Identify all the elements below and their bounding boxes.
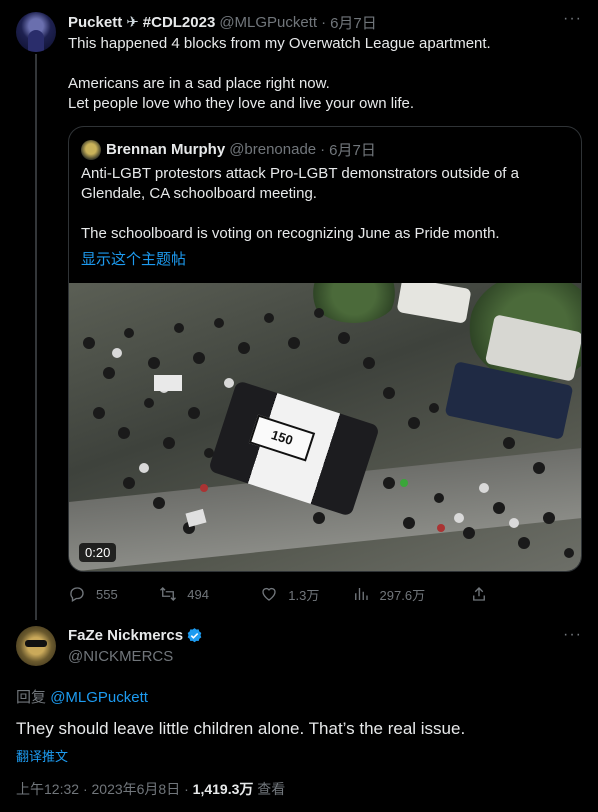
tweet-text-line: This happened 4 blocks from my Overwatch… xyxy=(68,35,491,52)
views-total: 1,419.3万 xyxy=(192,781,254,797)
replying-to-handle-link[interactable]: @MLGPuckett xyxy=(50,689,148,706)
protest-sign xyxy=(185,508,207,528)
reply-author-row: FaZe Nickmercs xyxy=(68,627,203,644)
author-name[interactable]: Puckett xyxy=(68,14,122,31)
tweet-date[interactable]: 6月7日 xyxy=(330,12,377,33)
thread-connector-line xyxy=(35,54,37,620)
share-button[interactable] xyxy=(470,585,498,603)
separator: · xyxy=(82,781,88,797)
replying-to-label: 回复 xyxy=(16,689,47,706)
quoted-text-line: The schoolboard is voting on recognizing… xyxy=(81,225,500,242)
show-thread-link[interactable]: 显示这个主题帖 xyxy=(81,248,186,269)
avatar-puckett[interactable] xyxy=(16,12,56,52)
quoted-tweet-header: Brennan Murphy @brenonade · 6月7日 xyxy=(81,139,376,160)
tweet-text: This happened 4 blocks from my Overwatch… xyxy=(68,34,578,114)
avatar-brennan xyxy=(81,139,101,160)
quoted-text-line: Anti-LGBT protestors attack Pro-LGBT dem… xyxy=(81,165,519,182)
translate-tweet-link[interactable]: 翻译推文 xyxy=(16,746,68,765)
author-handle[interactable]: @MLGPuckett xyxy=(219,14,317,31)
tweet-text-line xyxy=(68,54,578,74)
reply-author-name[interactable]: FaZe Nickmercs xyxy=(68,627,183,644)
avatar-nickmercs[interactable] xyxy=(16,626,56,666)
tweet-header: Puckett ✈ #CDL2023 @MLGPuckett · 6月7日 xyxy=(68,12,558,32)
separator: · xyxy=(184,781,189,797)
share-icon xyxy=(473,587,485,601)
tweet-time[interactable]: 上午12:32 xyxy=(16,781,79,797)
separator: · xyxy=(321,13,327,31)
tweet-full-date[interactable]: 2023年6月8日 xyxy=(92,781,181,797)
video-player[interactable]: 150 0:20 xyxy=(69,283,581,571)
views-label: 查看 xyxy=(257,781,286,797)
quoted-tweet-text: Anti-LGBT protestors attack Pro-LGBT dem… xyxy=(81,164,569,244)
heart-icon xyxy=(262,587,276,601)
quoted-tweet-date: 6月7日 xyxy=(329,142,376,159)
more-horizontal-icon[interactable]: ··· xyxy=(563,10,582,28)
reply-button[interactable]: 555 xyxy=(68,585,159,603)
reply-author-handle[interactable]: @NICKMERCS xyxy=(68,648,173,665)
quoted-text-line: Glendale, CA schoolboard meeting. xyxy=(81,185,317,202)
protest-sign xyxy=(154,375,182,391)
author-name-suffix[interactable]: #CDL2023 xyxy=(143,14,216,31)
reply-count: 555 xyxy=(96,586,118,602)
views-count: 297.6万 xyxy=(379,587,426,603)
replying-to: 回复 @MLGPuckett xyxy=(16,686,148,707)
tweet-text-line: Americans are in a sad place right now. xyxy=(68,75,330,92)
retweet-icon xyxy=(160,587,177,601)
bar-chart-icon xyxy=(354,588,368,600)
retweet-button[interactable]: 494 xyxy=(159,585,260,603)
tweet-metadata: 上午12:32 · 2023年6月8日 · 1,419.3万 查看 xyxy=(16,779,285,799)
like-button[interactable]: 1.3万 xyxy=(260,585,351,604)
tweet-text-line: Let people love who they love and live y… xyxy=(68,95,415,112)
verified-badge-icon xyxy=(187,628,202,643)
more-horizontal-icon[interactable]: ··· xyxy=(563,626,582,644)
like-count: 1.3万 xyxy=(288,587,320,603)
quoted-author-handle: @brenonade xyxy=(229,141,317,158)
quoted-text-line xyxy=(81,204,569,224)
views-button[interactable]: 297.6万 xyxy=(352,585,470,604)
separator: · xyxy=(320,141,326,158)
reply-icon xyxy=(70,587,84,602)
retweet-count: 494 xyxy=(187,586,209,602)
quoted-author-name: Brennan Murphy xyxy=(106,141,226,158)
reply-text: They should leave little children alone.… xyxy=(16,719,466,738)
tweet-actions: 555 494 1.3万 297.6万 xyxy=(68,583,498,605)
quoted-tweet-card[interactable]: Brennan Murphy @brenonade · 6月7日 Anti-LG… xyxy=(68,126,582,572)
video-timer: 0:20 xyxy=(79,543,117,562)
airplane-emoji-icon: ✈ xyxy=(126,14,139,31)
